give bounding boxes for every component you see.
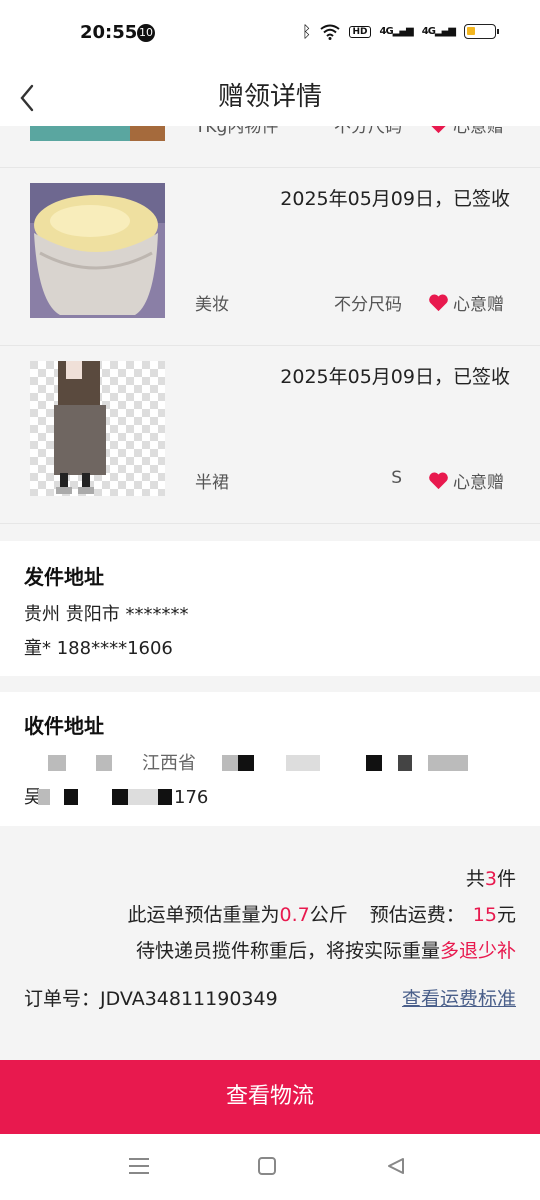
- sender-title: 发件地址: [24, 565, 104, 589]
- heart-icon: [431, 126, 446, 134]
- gift-tag: 心意赠: [428, 468, 504, 493]
- note-prefix: 待快递员揽件称重后，将按实际重量: [135, 940, 440, 962]
- weight-unit: 公斤: [309, 904, 348, 926]
- gift-tag: 心意赠: [428, 126, 504, 137]
- home-icon[interactable]: [257, 1156, 277, 1176]
- sender-address-section: 发件地址 贵州 贵阳市 ******* 童* 188****1606: [0, 541, 540, 676]
- receiver-contact: 吴 176: [24, 781, 516, 815]
- list-item[interactable]: 2025年05月09日，已签收 半裙 S 心意赠: [0, 346, 540, 524]
- item-size: S: [391, 468, 402, 488]
- product-thumbnail: [30, 183, 165, 318]
- count-suffix: 件: [496, 868, 516, 890]
- item-date-status: 2025年05月09日，已签收: [280, 366, 510, 388]
- receiver-address-partial: 江西省: [142, 753, 196, 774]
- item-category: 半裙: [195, 473, 229, 493]
- heart-icon: [429, 472, 448, 490]
- count-value: 3: [484, 868, 497, 890]
- wifi-icon: [320, 24, 341, 40]
- status-bar: 20:55 10 ᛒ HD 4G▂▄▆ 4G▂▄▆: [0, 0, 540, 68]
- status-icons: ᛒ HD 4G▂▄▆ 4G▂▄▆: [301, 22, 499, 41]
- order-label: 订单号：: [24, 988, 101, 1010]
- gift-tag: 心意赠: [428, 290, 504, 315]
- sender-contact: 童* 188****1606: [24, 638, 173, 659]
- shipping-summary: 共3件 此运单预估重量为0.7公斤 预估运费： 15元 待快递员揽件称重后，将按实际…: [0, 826, 540, 1060]
- weight-fee-line: 此运单预估重量为0.7公斤 预估运费： 15元: [128, 900, 516, 927]
- notification-badge: 10: [137, 24, 155, 42]
- item-size: 不分尺码: [334, 126, 402, 137]
- product-thumbnail: [30, 126, 165, 141]
- receiver-title: 收件地址: [24, 714, 104, 738]
- note-highlight: 多退少补: [439, 940, 516, 962]
- signal-label-2: 4G: [421, 26, 436, 37]
- weight-prefix: 此运单预估重量为: [127, 904, 280, 926]
- item-category: TKg内物件: [195, 126, 279, 137]
- refund-note: 待快递员揽件称重后，将按实际重量多退少补: [136, 936, 516, 963]
- page-title: 赠领详情: [217, 82, 322, 112]
- view-logistics-button[interactable]: 查看物流: [0, 1060, 540, 1134]
- fee-unit: 元: [496, 904, 516, 926]
- fee-label: 预估运费：: [369, 904, 465, 926]
- system-nav-bar: [0, 1134, 540, 1200]
- item-size: 不分尺码: [334, 295, 402, 315]
- hd-icon: HD: [349, 25, 371, 38]
- gift-label: 心意赠: [453, 473, 504, 493]
- bluetooth-icon: ᛒ: [301, 22, 312, 41]
- receiver-phone-partial: 176: [174, 787, 209, 808]
- product-thumbnail: [30, 361, 165, 496]
- heart-icon: [429, 294, 448, 312]
- menu-icon[interactable]: [128, 1156, 150, 1176]
- gift-label: 心意赠: [453, 295, 504, 315]
- fee-value: 15: [472, 904, 497, 926]
- order-number-line: 订单号：JDVA34811190349: [24, 984, 278, 1011]
- nav-header: 赠领详情: [0, 68, 540, 126]
- weight-value: 0.7: [279, 904, 310, 926]
- status-time: 20:55: [80, 22, 138, 43]
- battery-icon: [464, 24, 499, 39]
- gift-label: 心意赠: [453, 126, 504, 137]
- count-prefix: 共: [465, 868, 485, 890]
- item-date-status: 2025年05月09日，已签收: [280, 188, 510, 210]
- signal-label-1: 4G: [379, 26, 394, 37]
- signal-icon-2: 4G▂▄▆: [421, 26, 456, 37]
- list-item[interactable]: 2025年05月09日，已签收 美妆 不分尺码 心意赠: [0, 168, 540, 346]
- view-fee-standard-link[interactable]: 查看运费标准: [402, 984, 516, 1011]
- signal-icon: 4G▂▄▆: [379, 26, 414, 37]
- receiver-address: 江西省: [24, 747, 516, 781]
- back-triangle-icon[interactable]: [386, 1156, 406, 1176]
- list-item[interactable]: TKg内物件 不分尺码 心意赠: [0, 126, 540, 168]
- item-count: 共3件: [466, 864, 516, 891]
- order-number: JDVA34811190349: [100, 988, 278, 1010]
- gift-items-list: TKg内物件 不分尺码 心意赠 2025年05月09日，已签收 美妆 不分尺码 …: [0, 126, 540, 524]
- sender-address: 贵州 贵阳市 *******: [24, 604, 189, 625]
- item-category: 美妆: [195, 295, 229, 315]
- receiver-address-section: 收件地址 江西省 吴 176: [0, 692, 540, 826]
